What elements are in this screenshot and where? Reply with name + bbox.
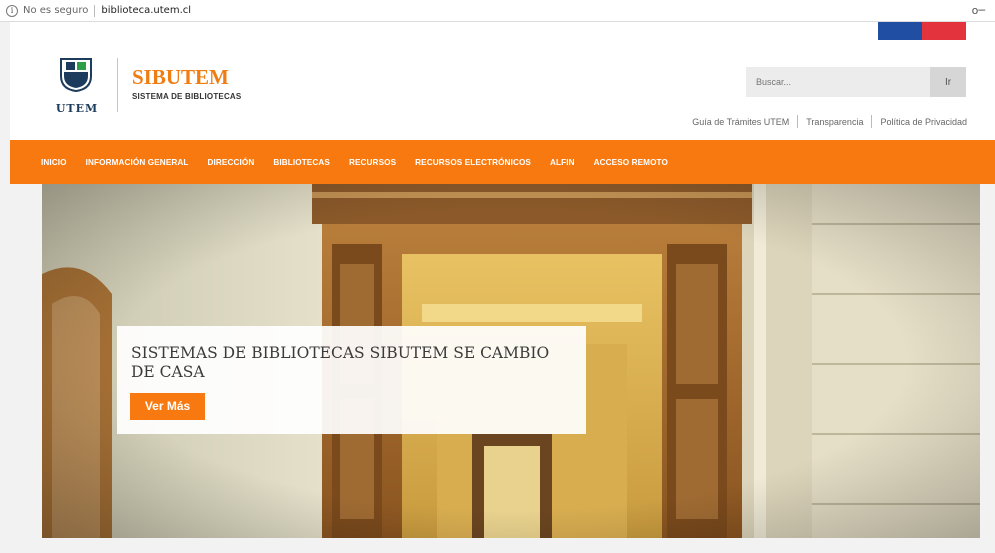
search-input[interactable]	[746, 67, 930, 97]
chile-flag-stripe	[878, 22, 966, 40]
nav-item-bibliotecas[interactable]: BIBLIOTECAS	[273, 158, 330, 167]
ver-mas-button[interactable]: Ver Más	[130, 393, 205, 420]
shield-icon	[60, 58, 92, 92]
brand[interactable]: SIBUTEM SISTEMA DE BIBLIOTECAS	[132, 66, 241, 101]
link-politica-privacidad[interactable]: Política de Privacidad	[880, 117, 967, 127]
main-nav: INICIO INFORMACIÓN GENERAL DIRECCIÓN BIB…	[10, 140, 995, 184]
nav-item-inicio[interactable]: INICIO	[41, 158, 67, 167]
flag-blue	[878, 22, 922, 40]
brand-subtitle: SISTEMA DE BIBLIOTECAS	[132, 92, 242, 101]
hero-slider[interactable]: SISTEMAS DE BIBLIOTECAS SIBUTEM SE CAMBI…	[42, 184, 980, 538]
url-text[interactable]: biblioteca.utem.cl	[101, 5, 191, 16]
utem-logo[interactable]: UTEM	[52, 58, 102, 118]
nav-item-direccion[interactable]: DIRECCIÓN	[208, 158, 255, 167]
nav-item-acceso-remoto[interactable]: ACCESO REMOTO	[594, 158, 668, 167]
link-transparencia[interactable]: Transparencia	[806, 117, 863, 127]
nav-item-recursos-electronicos[interactable]: RECURSOS ELECTRÓNICOS	[415, 158, 531, 167]
nav-item-recursos[interactable]: RECURSOS	[349, 158, 396, 167]
divider	[94, 4, 96, 17]
site-header: UTEM SIBUTEM SISTEMA DE BIBLIOTECAS Ir G…	[10, 22, 995, 140]
logo-text: UTEM	[55, 102, 99, 115]
nav-item-informacion-general[interactable]: INFORMACIÓN GENERAL	[86, 158, 189, 167]
nav-item-alfin[interactable]: ALFIN	[550, 158, 575, 167]
slide-title: SISTEMAS DE BIBLIOTECAS SIBUTEM SE CAMBI…	[131, 344, 550, 381]
info-icon[interactable]: i	[6, 4, 18, 17]
key-icon[interactable]: o─	[972, 4, 985, 17]
slide-caption: SISTEMAS DE BIBLIOTECAS SIBUTEM SE CAMBI…	[117, 326, 586, 434]
search-box: Ir	[746, 67, 966, 97]
divider	[871, 115, 873, 128]
browser-address-bar[interactable]: i No es seguro biblioteca.utem.cl o─	[0, 0, 995, 22]
top-links: Guía de Trámites UTEM Transparencia Polí…	[692, 115, 967, 128]
flag-red	[922, 22, 966, 40]
divider	[797, 115, 799, 128]
link-guia-tramites[interactable]: Guía de Trámites UTEM	[692, 117, 789, 127]
security-status: No es seguro	[23, 5, 89, 16]
brand-name: SIBUTEM	[132, 65, 229, 89]
search-button[interactable]: Ir	[930, 67, 966, 97]
divider	[117, 58, 118, 112]
